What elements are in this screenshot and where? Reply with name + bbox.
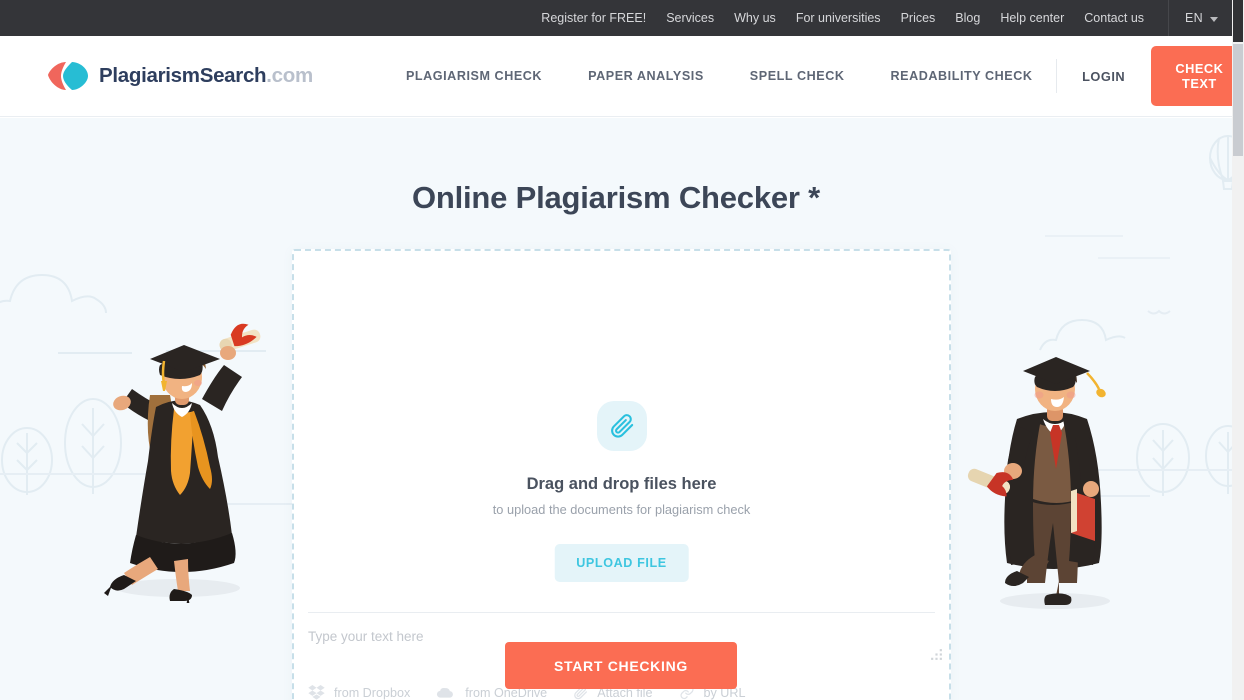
login-link[interactable]: LOGIN — [1056, 69, 1151, 84]
logo-brand-text: PlagiarismSearch — [99, 64, 267, 87]
illustration-female-graduate — [104, 323, 261, 603]
hero-section: Online Plagiarism Checker * Drag and dro… — [0, 118, 1232, 700]
logo-wordmark: PlagiarismSearch.com — [99, 64, 313, 88]
dropzone-divider — [308, 612, 935, 613]
nav-readability-check[interactable]: READABILITY CHECK — [867, 69, 1055, 83]
dropzone-icon-badge — [596, 401, 647, 451]
logo-tld-text: .com — [266, 64, 313, 87]
language-selector[interactable]: EN — [1168, 0, 1232, 36]
topbar-link-help-center[interactable]: Help center — [990, 0, 1074, 36]
topbar-link-prices[interactable]: Prices — [891, 0, 946, 36]
dropzone-title: Drag and drop files here — [526, 475, 717, 493]
scrollbar-thumb[interactable] — [1233, 44, 1243, 156]
topbar-link-services[interactable]: Services — [656, 0, 724, 36]
logo[interactable]: PlagiarismSearch.com — [46, 59, 313, 93]
illustration-male-graduate — [967, 357, 1110, 609]
topbar-link-register-free[interactable]: Register for FREE! — [531, 0, 656, 36]
page-root: Register for FREE! Services Why us For u… — [0, 0, 1244, 700]
nav-plagiarism-check[interactable]: PLAGIARISM CHECK — [383, 69, 565, 83]
scrollbar-thumb-top[interactable] — [1233, 0, 1243, 42]
topbar-link-blog[interactable]: Blog — [945, 0, 990, 36]
source-dropbox[interactable]: from Dropbox — [308, 685, 410, 700]
nav-paper-analysis[interactable]: PAPER ANALYSIS — [565, 69, 727, 83]
text-input-placeholder: Type your text here — [308, 629, 424, 644]
language-selector-label: EN — [1185, 11, 1203, 25]
paperclip-icon — [610, 414, 633, 438]
main-navigation: PLAGIARISM CHECK PAPER ANALYSIS SPELL CH… — [383, 69, 1056, 83]
top-utility-bar: Register for FREE! Services Why us For u… — [0, 0, 1232, 36]
topbar-link-contact-us[interactable]: Contact us — [1074, 0, 1154, 36]
top-nav-links: Register for FREE! Services Why us For u… — [531, 0, 1154, 36]
start-checking-button[interactable]: START CHECKING — [505, 642, 737, 689]
logo-mark-icon — [46, 59, 90, 93]
nav-spell-check[interactable]: SPELL CHECK — [727, 69, 868, 83]
source-dropbox-label: from Dropbox — [334, 685, 411, 700]
onedrive-icon — [436, 686, 456, 700]
file-dropzone[interactable]: Drag and drop files here to upload the d… — [292, 249, 951, 700]
chevron-down-icon — [1210, 16, 1218, 22]
site-header: PlagiarismSearch.com PLAGIARISM CHECK PA… — [0, 36, 1244, 117]
upload-file-button[interactable]: UPLOAD FILE — [554, 544, 689, 582]
check-text-button[interactable]: CHECK TEXT — [1151, 46, 1244, 106]
topbar-link-for-universities[interactable]: For universities — [786, 0, 891, 36]
topbar-link-why-us[interactable]: Why us — [724, 0, 786, 36]
dropzone-subtitle: to upload the documents for plagiarism c… — [492, 502, 751, 517]
page-title: Online Plagiarism Checker * — [411, 180, 821, 215]
header-actions: LOGIN CHECK TEXT — [1055, 46, 1244, 106]
page-scrollbar[interactable] — [1232, 0, 1244, 700]
dropbox-icon — [308, 685, 325, 700]
textarea-resize-handle[interactable] — [930, 648, 943, 661]
